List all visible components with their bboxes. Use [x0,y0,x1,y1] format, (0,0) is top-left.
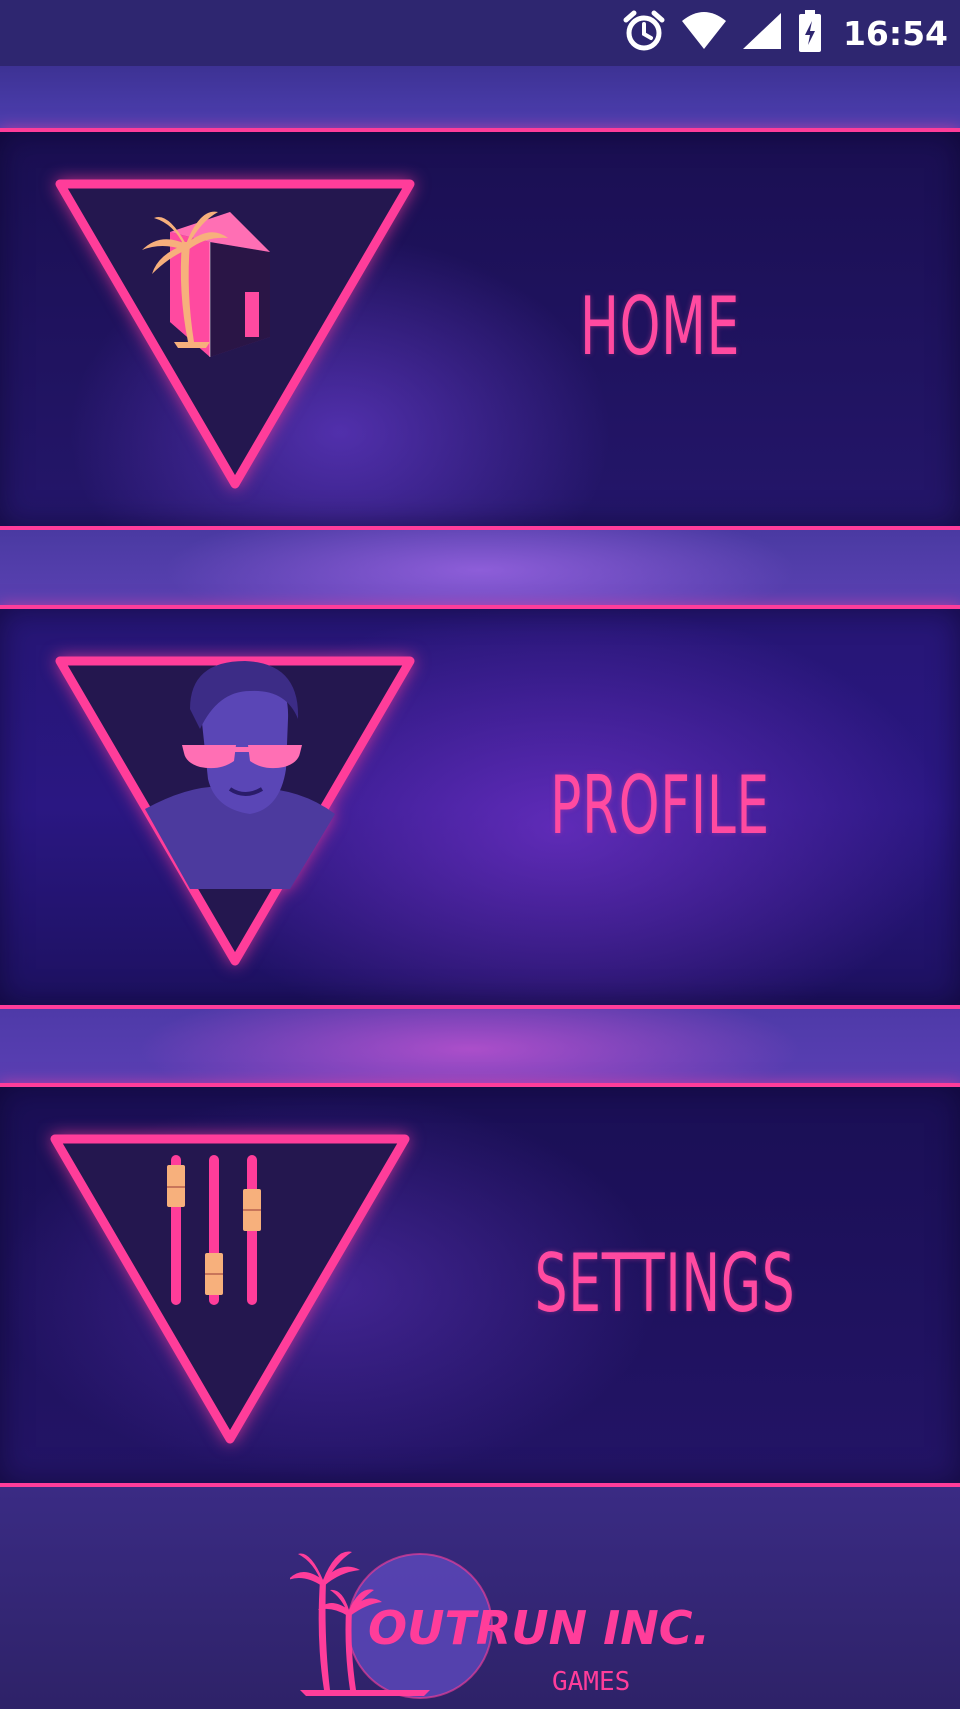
menu-item-home[interactable]: HOME [0,128,960,530]
profile-triangle-frame [55,656,415,966]
menu-item-settings[interactable]: SETTINGS [0,1083,960,1487]
alarm-icon [621,8,667,58]
top-band [0,66,960,128]
menu-label-home: HOME [579,280,741,373]
status-bar: 16:54 [0,0,960,66]
menu-label-profile: PROFILE [550,759,770,852]
menu-label-settings: SETTINGS [534,1237,796,1330]
logo-text: OUTRUN INC. [368,1601,710,1655]
home-triangle-frame [55,179,415,489]
outrun-logo: OUTRUN INC. GAMES [290,1551,710,1699]
middle-band-1 [0,530,960,605]
battery-charging-icon [797,9,823,57]
middle-band-2 [0,1009,960,1083]
settings-triangle-frame [50,1134,410,1444]
menu-item-profile[interactable]: PROFILE [0,605,960,1009]
wifi-icon [681,11,727,55]
status-icons: 16:54 [621,0,948,66]
main-menu-screen: 16:54 HOME PROFILE SETTINGS OUTRUN INC. … [0,0,960,1709]
status-time: 16:54 [842,13,948,53]
logo-subtext: GAMES [552,1667,630,1697]
signal-icon [741,11,783,55]
